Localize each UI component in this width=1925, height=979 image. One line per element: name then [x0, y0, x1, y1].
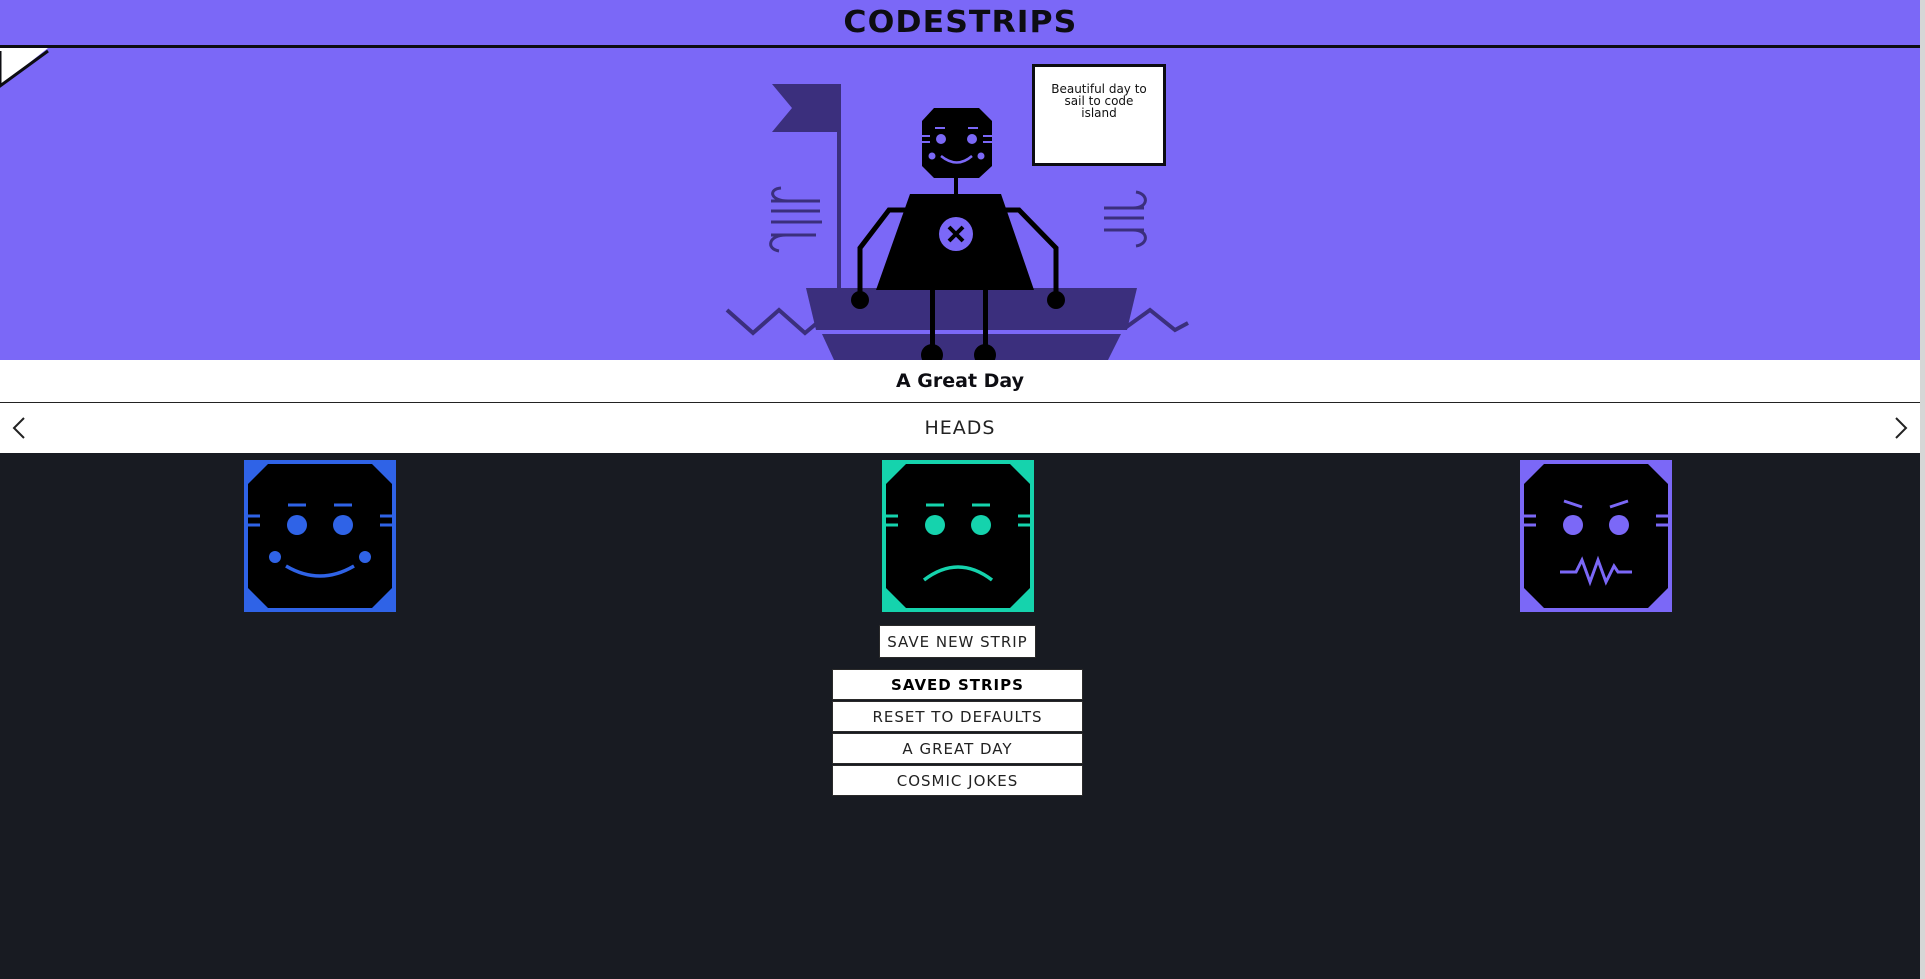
- head-option-happy[interactable]: [244, 460, 396, 612]
- saved-strips-menu: SAVED STRIPS RESET TO DEFAULTS A GREAT D…: [832, 669, 1083, 797]
- angry-head-icon: [1524, 464, 1668, 608]
- wind-left-icon: [769, 186, 822, 253]
- speech-bubble-tail: [0, 48, 49, 88]
- saved-strips-heading[interactable]: SAVED STRIPS: [832, 669, 1083, 700]
- head-option-sad[interactable]: [882, 460, 1034, 612]
- app-title: CODESTRIPS: [843, 5, 1077, 40]
- comic-panel: Beautiful day to sail to code island: [0, 48, 1920, 360]
- speech-text: Beautiful day to sail to code island: [1051, 82, 1147, 120]
- speech-bubble: Beautiful day to sail to code island: [1032, 64, 1166, 166]
- app-root: CODESTRIPS Beautiful day to sail to code…: [0, 0, 1920, 979]
- strip-caption-bar: A Great Day: [0, 360, 1920, 403]
- head-option-angry[interactable]: [1520, 460, 1672, 612]
- saved-strip-a-great-day[interactable]: A GREAT DAY: [832, 733, 1083, 764]
- save-new-strip-button[interactable]: SAVE NEW STRIP: [879, 625, 1036, 658]
- part-selector: HEADS: [0, 403, 1920, 453]
- wind-right-icon: [1104, 190, 1147, 248]
- sad-head-icon: [886, 464, 1030, 608]
- part-selector-label: HEADS: [924, 417, 996, 439]
- happy-head-icon: [248, 464, 392, 608]
- saved-strip-reset-defaults[interactable]: RESET TO DEFAULTS: [832, 701, 1083, 732]
- strip-caption: A Great Day: [895, 370, 1025, 392]
- saved-strip-cosmic-jokes[interactable]: COSMIC JOKES: [832, 765, 1083, 796]
- chevron-left-icon[interactable]: [8, 416, 32, 440]
- comic-scene-illustration: [725, 84, 1189, 360]
- window-edge: [1920, 0, 1925, 979]
- chevron-right-icon[interactable]: [1888, 416, 1912, 440]
- app-header: CODESTRIPS: [0, 0, 1920, 48]
